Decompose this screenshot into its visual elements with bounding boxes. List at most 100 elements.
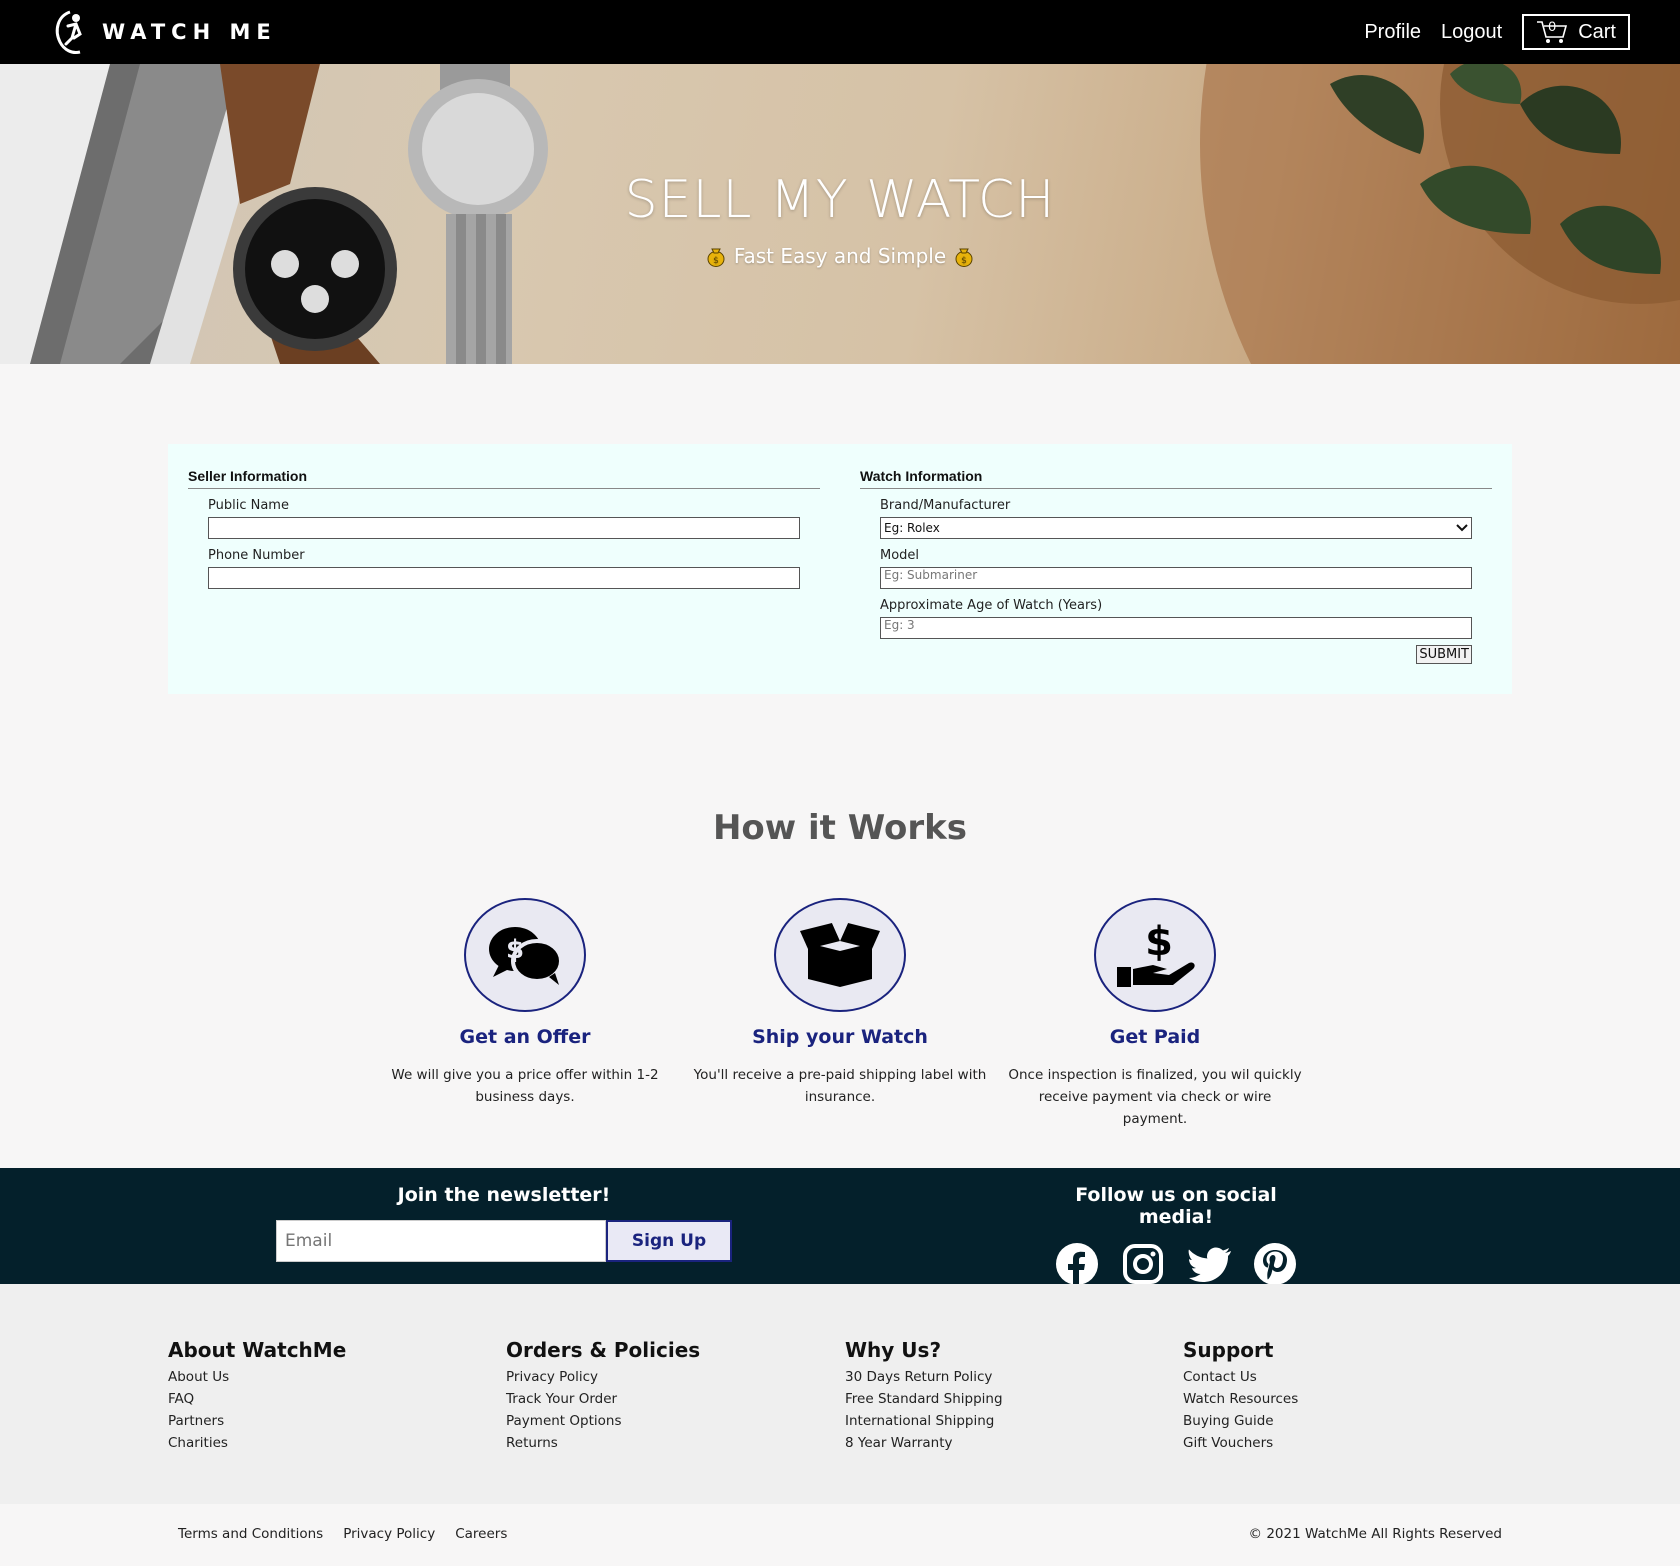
- footer-link-faq[interactable]: FAQ: [168, 1388, 346, 1410]
- newsletter-bar: Join the newsletter! Sign Up Follow us o…: [0, 1168, 1680, 1286]
- signup-button[interactable]: Sign Up: [606, 1220, 732, 1262]
- step-description: You'll receive a pre-paid shipping label…: [693, 1067, 987, 1105]
- phone-field: Phone Number: [208, 548, 800, 589]
- cart-button[interactable]: 0 Cart: [1522, 14, 1630, 50]
- hero-text: SELL MY WATCH $ Fast Easy and Simple $: [0, 170, 1680, 271]
- step-title: Get Paid: [1109, 1026, 1201, 1048]
- footer-column-title: Support: [1183, 1338, 1274, 1362]
- nav-links: Profile Logout 0 Cart: [1364, 14, 1630, 50]
- step-get-offer: $ Get an Offer We will give you a price …: [375, 898, 675, 1108]
- facebook-icon[interactable]: [1055, 1242, 1099, 1286]
- twitter-icon[interactable]: [1187, 1242, 1231, 1286]
- bottom-bar: Terms and Conditions Privacy Policy Care…: [0, 1504, 1680, 1566]
- hand-dollar-icon: $: [1117, 919, 1195, 987]
- offer-chat-icon: $: [489, 927, 563, 985]
- newsletter-title: Join the newsletter!: [397, 1184, 611, 1206]
- social-icons: [1036, 1242, 1316, 1286]
- social-title: Follow us on social media!: [1075, 1184, 1277, 1228]
- model-label: Model: [880, 548, 920, 563]
- social-section: Follow us on social media!: [1036, 1184, 1316, 1286]
- careers-link[interactable]: Careers: [455, 1526, 507, 1542]
- age-label: Approximate Age of Watch (Years): [880, 598, 1103, 613]
- footer-link-partners[interactable]: Partners: [168, 1410, 346, 1432]
- footer-column-title: Orders & Policies: [506, 1338, 701, 1362]
- step-icon-circle: [774, 898, 906, 1012]
- watch-fieldset: Watch Information Brand/Manufacturer Eg:…: [860, 468, 1492, 670]
- brand-select[interactable]: Eg: Rolex: [880, 517, 1472, 539]
- footer-column-about: About WatchMe About Us FAQ Partners Char…: [168, 1338, 346, 1454]
- how-it-works-title: How it Works: [712, 808, 968, 848]
- newsletter-form: Sign Up: [276, 1220, 732, 1262]
- instagram-icon[interactable]: [1121, 1242, 1165, 1286]
- footer: About WatchMe About Us FAQ Partners Char…: [0, 1284, 1680, 1504]
- footer-link-track-order[interactable]: Track Your Order: [506, 1388, 700, 1410]
- brand-field: Brand/Manufacturer Eg: Rolex: [880, 498, 1472, 539]
- phone-input[interactable]: [208, 567, 800, 589]
- money-bag-icon: $: [707, 248, 725, 267]
- chevron-down-icon: [1456, 524, 1468, 532]
- terms-link[interactable]: Terms and Conditions: [178, 1526, 323, 1542]
- step-title: Get an Offer: [459, 1026, 591, 1048]
- footer-link-gift-vouchers[interactable]: Gift Vouchers: [1183, 1432, 1298, 1454]
- footer-link-contact-us[interactable]: Contact Us: [1183, 1366, 1298, 1388]
- step-icon-circle: $: [1094, 898, 1216, 1012]
- svg-text:$: $: [961, 256, 967, 266]
- step-description: We will give you a price offer within 1-…: [391, 1067, 659, 1105]
- public-name-label: Public Name: [208, 498, 289, 513]
- how-it-works-steps: $ Get an Offer We will give you a price …: [0, 898, 1680, 1127]
- footer-link-about-us[interactable]: About Us: [168, 1366, 346, 1388]
- cart-label: Cart: [1578, 20, 1616, 43]
- pinterest-icon[interactable]: [1253, 1242, 1297, 1286]
- legal-links: Terms and Conditions Privacy Policy Care…: [178, 1526, 507, 1542]
- newsletter-email-input[interactable]: [276, 1220, 606, 1262]
- money-bag-icon: $: [955, 248, 973, 267]
- submit-button[interactable]: SUBMIT: [1416, 645, 1472, 664]
- brand-name: WATCH ME: [102, 20, 277, 44]
- model-input[interactable]: Eg: Submariner: [880, 567, 1472, 589]
- sell-form: Seller Information Public Name Phone Num…: [168, 444, 1512, 694]
- cart-icon: 0: [1536, 18, 1568, 45]
- footer-link-return-policy[interactable]: 30 Days Return Policy: [845, 1366, 1003, 1388]
- public-name-input[interactable]: [208, 517, 800, 539]
- step-ship-watch: Ship your Watch You'll receive a pre-pai…: [690, 898, 990, 1108]
- copyright: © 2021 WatchMe All Rights Reserved: [1248, 1526, 1502, 1542]
- privacy-link[interactable]: Privacy Policy: [343, 1526, 435, 1542]
- submit-row: SUBMIT: [880, 645, 1472, 664]
- footer-link-warranty[interactable]: 8 Year Warranty: [845, 1432, 1003, 1454]
- seller-fieldset: Seller Information Public Name Phone Num…: [188, 468, 820, 670]
- watch-legend: Watch Information: [860, 468, 1492, 489]
- footer-link-returns[interactable]: Returns: [506, 1432, 700, 1454]
- footer-link-buying-guide[interactable]: Buying Guide: [1183, 1410, 1298, 1432]
- footer-link-free-shipping[interactable]: Free Standard Shipping: [845, 1388, 1003, 1410]
- logout-link[interactable]: Logout: [1441, 21, 1502, 44]
- hero-title: SELL MY WATCH: [624, 170, 1056, 230]
- age-field: Approximate Age of Watch (Years) Eg: 3: [880, 598, 1472, 639]
- hero-banner: SELL MY WATCH $ Fast Easy and Simple $: [0, 64, 1680, 364]
- step-icon-circle: $: [464, 898, 586, 1012]
- phone-label: Phone Number: [208, 548, 305, 563]
- box-icon: [800, 923, 880, 987]
- step-get-paid: $ Get Paid Once inspection is finalized,…: [1005, 898, 1305, 1130]
- brand[interactable]: WATCH ME: [50, 8, 277, 56]
- profile-link[interactable]: Profile: [1364, 21, 1421, 44]
- brand-label: Brand/Manufacturer: [880, 498, 1011, 513]
- hero-subtitle-row: $ Fast Easy and Simple $: [706, 244, 974, 268]
- footer-column-title: About WatchMe: [168, 1338, 347, 1362]
- newsletter-section: Join the newsletter! Sign Up: [276, 1184, 732, 1262]
- seller-legend: Seller Information: [188, 468, 820, 489]
- public-name-field: Public Name: [208, 498, 800, 539]
- hero-subtitle: Fast Easy and Simple: [733, 244, 947, 268]
- svg-text:$: $: [713, 256, 719, 266]
- step-title: Ship your Watch: [752, 1026, 928, 1048]
- footer-link-privacy-policy[interactable]: Privacy Policy: [506, 1366, 700, 1388]
- age-input[interactable]: Eg: 3: [880, 617, 1472, 639]
- footer-link-international-shipping[interactable]: International Shipping: [845, 1410, 1003, 1432]
- svg-text:$: $: [1145, 919, 1173, 965]
- step-description: Once inspection is finalized, you wil qu…: [1008, 1067, 1302, 1127]
- cart-count: 0: [1548, 18, 1556, 34]
- footer-link-watch-resources[interactable]: Watch Resources: [1183, 1388, 1298, 1410]
- footer-link-charities[interactable]: Charities: [168, 1432, 346, 1454]
- footer-link-payment-options[interactable]: Payment Options: [506, 1410, 700, 1432]
- watchme-logo-icon: [55, 10, 82, 54]
- brand-selected-value: Eg: Rolex: [884, 521, 940, 535]
